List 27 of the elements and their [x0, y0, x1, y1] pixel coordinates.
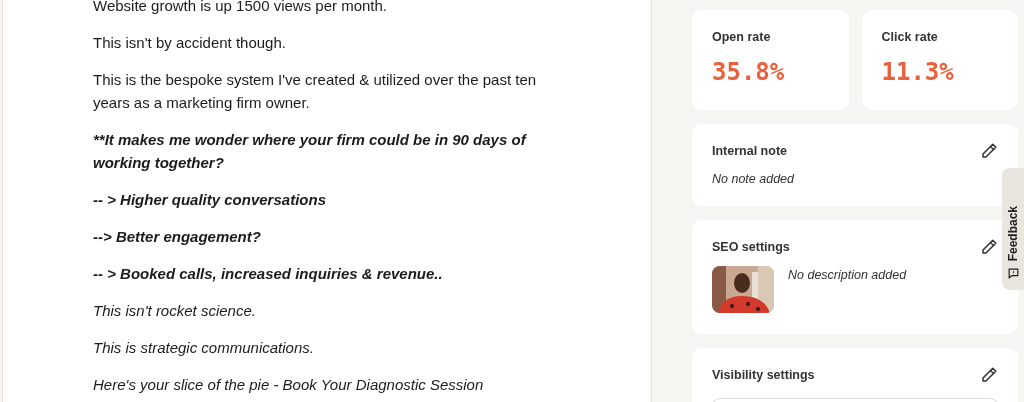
note-text: No note added — [712, 172, 796, 186]
panel-title: Visibility settings — [712, 368, 815, 382]
edit-button[interactable] — [980, 142, 998, 160]
panel-title: SEO settings — [712, 240, 790, 254]
paragraph: This is the bespoke system I've created & utilized over the past ten years as a marketing firm owner. — [93, 70, 538, 113]
comment-icon — [1006, 267, 1020, 280]
stat-value: 11.3% — [881, 58, 955, 86]
paragraph: -- > Higher quality conversations — [93, 190, 327, 210]
stat-value: 35.8% — [712, 58, 786, 86]
paragraph: -- > Booked calls, increased inquiries & revenue.. — [93, 264, 444, 284]
edit-button[interactable] — [980, 238, 998, 256]
pencil-icon — [980, 366, 998, 384]
paragraph: This isn't rocket science. — [93, 301, 257, 321]
stat-label: Click rate — [881, 30, 939, 44]
pencil-icon — [980, 238, 998, 256]
paragraph: This is strategic communications. — [93, 338, 315, 358]
paragraph: Here's your slice of the pie - Book Your Diagnostic Session — [93, 375, 485, 395]
feedback-tab[interactable]: Feedback — [1002, 168, 1024, 290]
paragraph: **It makes me wonder where your firm could be in 90 days of working together? — [93, 130, 528, 173]
edit-button[interactable] — [980, 366, 998, 384]
pencil-icon — [980, 142, 998, 160]
paragraph: This isn't by accident though. — [93, 33, 287, 53]
description-text: No description added — [788, 268, 907, 284]
paragraph: --> Better engagement? — [93, 227, 262, 247]
stat-label: Open rate — [712, 30, 772, 44]
paragraph: Website growth is up 1500 views per month. — [93, 0, 389, 16]
panel-title: Internal note — [712, 144, 787, 158]
